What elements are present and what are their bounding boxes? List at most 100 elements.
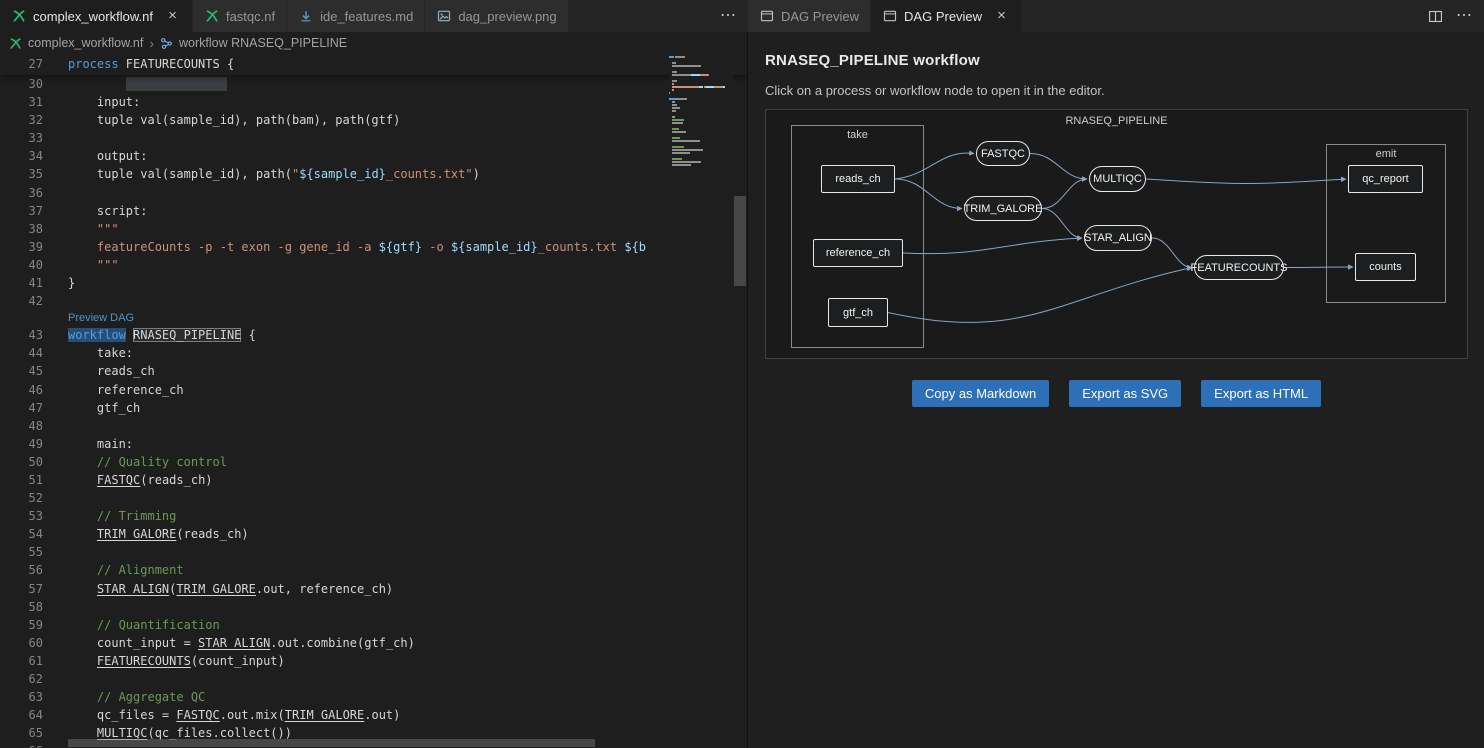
code-line-36[interactable]: 36: [0, 184, 747, 202]
code-line-60[interactable]: 60 count_input = STAR_ALIGN.out.combine(…: [0, 634, 747, 652]
breadcrumb-symbol[interactable]: workflow RNASEQ_PIPELINE: [179, 36, 347, 50]
breadcrumb-file[interactable]: complex_workflow.nf: [28, 36, 143, 50]
code-line-62[interactable]: 62: [0, 670, 747, 688]
minimap[interactable]: [669, 54, 733, 748]
line-number: 48: [0, 417, 43, 435]
code-line-31[interactable]: 31 input:: [0, 93, 747, 111]
minimap-line: [669, 164, 733, 166]
code-line-52[interactable]: 52: [0, 489, 747, 507]
tab-left-ide-features-md[interactable]: ide_features.md: [287, 0, 425, 32]
minimap-line: [669, 98, 733, 100]
nextflow-icon: [11, 8, 27, 24]
code-line-46[interactable]: 46 reference_ch: [0, 381, 747, 399]
minimap-line: [669, 113, 733, 115]
code-editor[interactable]: 27process FEATURECOUNTS {30 31 input:32 …: [0, 54, 747, 748]
code-text: process FEATURECOUNTS {: [68, 54, 234, 75]
code-lines: 27process FEATURECOUNTS {30 31 input:32 …: [0, 54, 747, 748]
code-line-56[interactable]: 56 // Alignment: [0, 561, 747, 579]
line-number: 61: [0, 652, 43, 670]
code-line-48[interactable]: 48: [0, 417, 747, 435]
code-line-37[interactable]: 37 script:: [0, 202, 747, 220]
code-line-47[interactable]: 47 gtf_ch: [0, 399, 747, 417]
code-line-59[interactable]: 59 // Quantification: [0, 616, 747, 634]
code-text: reads_ch: [68, 362, 155, 380]
line-number: 55: [0, 543, 43, 561]
minimap-line: [669, 143, 733, 145]
minimap-line: [669, 137, 733, 139]
code-line-63[interactable]: 63 // Aggregate QC: [0, 688, 747, 706]
minimap-line: [669, 149, 733, 151]
code-line-53[interactable]: 53 // Trimming: [0, 507, 747, 525]
codelens-preview-dag[interactable]: Preview DAG: [68, 312, 134, 324]
code-line-57[interactable]: 57 STAR_ALIGN(TRIM_GALORE.out, reference…: [0, 580, 747, 598]
code-line-54[interactable]: 54 TRIM_GALORE(reads_ch): [0, 525, 747, 543]
line-number: 32: [0, 111, 43, 129]
left-group-actions: ⋯: [720, 0, 736, 32]
line-number: 33: [0, 129, 43, 147]
code-line-42[interactable]: 42: [0, 292, 747, 310]
dag-node-qc-report[interactable]: qc_report: [1348, 165, 1423, 193]
tab-left-dag-preview-png[interactable]: dag_preview.png: [425, 0, 568, 32]
line-number: 34: [0, 147, 43, 165]
code-line-64[interactable]: 64 qc_files = FASTQC.out.mix(TRIM_GALORE…: [0, 706, 747, 724]
code-line-58[interactable]: 58: [0, 598, 747, 616]
code-line-44[interactable]: 44 take:: [0, 344, 747, 362]
dag-node-multiqc[interactable]: MULTIQC: [1089, 166, 1146, 192]
code-line-34[interactable]: 34 output:: [0, 147, 747, 165]
dag-node-gtf-ch[interactable]: gtf_ch: [828, 298, 888, 327]
dag-node-fastqc[interactable]: FASTQC: [976, 141, 1030, 166]
minimap-line: [669, 158, 733, 160]
tab-right-dag-preview-1[interactable]: DAG Preview: [748, 0, 871, 32]
code-line-35[interactable]: 35 tuple val(sample_id), path("${sample_…: [0, 165, 747, 183]
dag-node-star-align[interactable]: STAR_ALIGN: [1084, 225, 1152, 251]
tab-left-fastqc-nf[interactable]: fastqc.nf: [193, 0, 287, 32]
dag-node-featurecounts[interactable]: FEATURECOUNTS: [1194, 255, 1284, 280]
editor-group-left: complex_workflow.nf×fastqc.nfide_feature…: [0, 0, 748, 32]
code-line-30[interactable]: 30: [0, 75, 747, 93]
dag-node-reads-ch[interactable]: reads_ch: [821, 165, 895, 193]
code-line-50[interactable]: 50 // Quality control: [0, 453, 747, 471]
line-number: 58: [0, 598, 43, 616]
line-number: 60: [0, 634, 43, 652]
button-export-as-html[interactable]: Export as HTML: [1201, 380, 1321, 407]
code-text: FEATURECOUNTS(count_input): [68, 652, 285, 670]
close-icon[interactable]: ×: [164, 8, 181, 25]
close-icon[interactable]: ×: [993, 8, 1010, 25]
vertical-scrollbar-thumb[interactable]: [734, 196, 746, 286]
vscode-window: complex_workflow.nf×fastqc.nfide_feature…: [0, 0, 1484, 748]
code-line-61[interactable]: 61 FEATURECOUNTS(count_input): [0, 652, 747, 670]
code-line-49[interactable]: 49 main:: [0, 435, 747, 453]
button-copy-as-markdown[interactable]: Copy as Markdown: [912, 380, 1049, 407]
minimap-line: [669, 152, 733, 154]
minimap-line: [669, 107, 733, 109]
code-line-45[interactable]: 45 reads_ch: [0, 362, 747, 380]
split-editor-icon[interactable]: [1428, 9, 1443, 24]
code-line-32[interactable]: 32 tuple val(sample_id), path(bam), path…: [0, 111, 747, 129]
code-text: output:: [68, 147, 147, 165]
dag-node-reference-ch[interactable]: reference_ch: [813, 239, 903, 267]
code-line-55[interactable]: 55: [0, 543, 747, 561]
more-actions-icon[interactable]: ⋯: [1456, 8, 1472, 24]
more-actions-icon[interactable]: ⋯: [720, 8, 736, 24]
line-number: 40: [0, 256, 43, 274]
dag-node-counts[interactable]: counts: [1355, 253, 1416, 281]
code-line-33[interactable]: 33: [0, 129, 747, 147]
code-line-40[interactable]: 40 """: [0, 256, 747, 274]
tab-left-complex-workflow-nf[interactable]: complex_workflow.nf×: [0, 0, 193, 32]
code-line-41[interactable]: 41}: [0, 274, 747, 292]
code-line-39[interactable]: 39 featureCounts -p -t exon -g gene_id -…: [0, 238, 747, 256]
minimap-line: [669, 65, 733, 67]
tab-right-dag-preview-active[interactable]: DAG Preview×: [871, 0, 1022, 32]
minimap-line: [669, 59, 733, 61]
sticky-line-27[interactable]: 27process FEATURECOUNTS {: [0, 54, 747, 75]
code-line-43[interactable]: 43workflow RNASEQ_PIPELINE {: [0, 326, 747, 344]
code-text: // Quality control: [68, 453, 227, 471]
code-line-51[interactable]: 51 FASTQC(reads_ch): [0, 471, 747, 489]
code-text: workflow RNASEQ_PIPELINE {: [68, 326, 256, 344]
dag-node-trim-galore[interactable]: TRIM_GALORE: [964, 196, 1042, 221]
button-export-as-svg[interactable]: Export as SVG: [1069, 380, 1181, 407]
horizontal-scrollbar-thumb[interactable]: [68, 739, 595, 747]
line-number: 42: [0, 292, 43, 310]
minimap-line: [669, 71, 733, 73]
code-line-38[interactable]: 38 """: [0, 220, 747, 238]
